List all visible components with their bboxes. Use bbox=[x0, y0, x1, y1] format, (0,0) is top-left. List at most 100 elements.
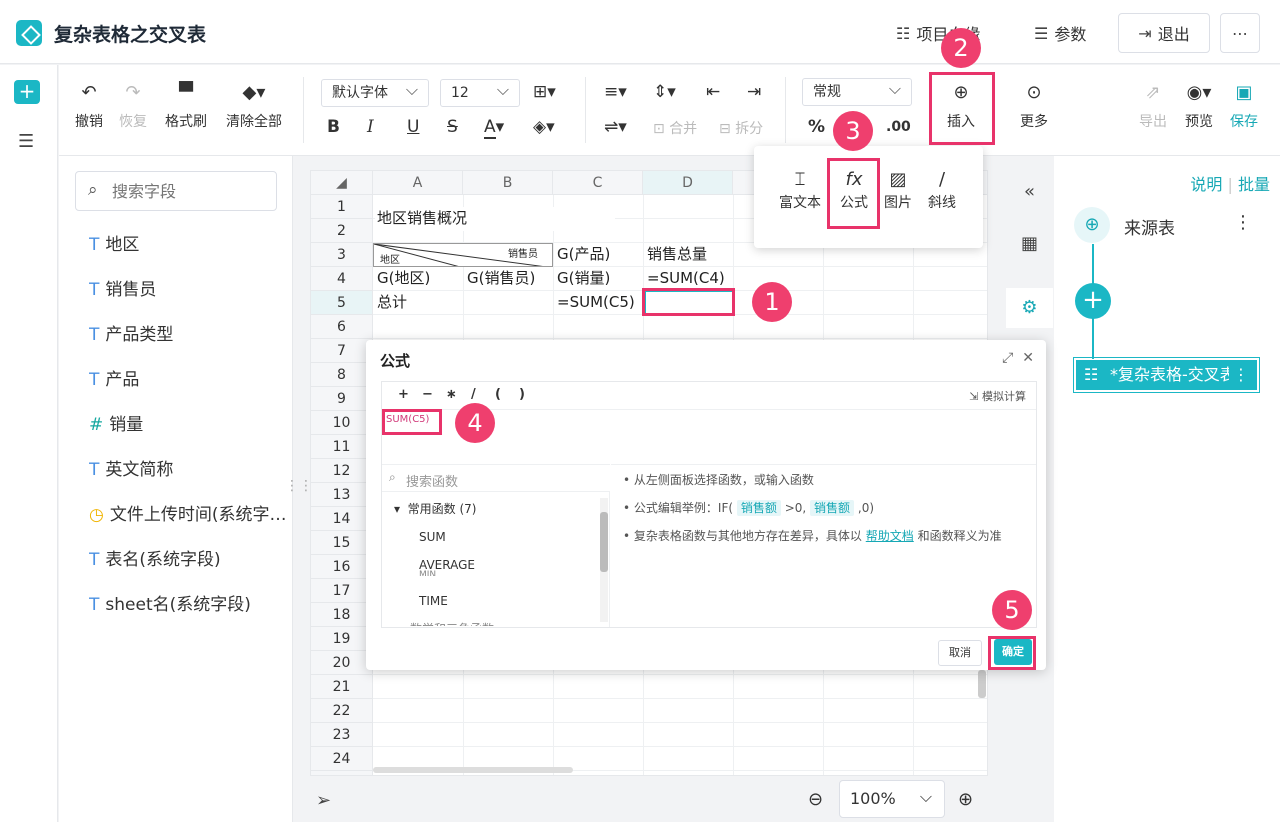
explain-link[interactable]: 说明 bbox=[1190, 175, 1222, 194]
strikethrough-icon[interactable]: S bbox=[447, 117, 458, 137]
row-header[interactable]: 25 bbox=[311, 771, 373, 775]
redo-button[interactable]: ↷ 恢复 bbox=[115, 81, 151, 131]
underline-icon[interactable]: U bbox=[407, 117, 419, 137]
function-search[interactable]: ⌕ 搜索函数 bbox=[382, 464, 610, 492]
op-rparen[interactable]: ) bbox=[519, 387, 525, 402]
function-group[interactable]: ▾ 常用函数 (7) bbox=[394, 500, 476, 517]
insert-image[interactable]: ▨ 图片 bbox=[880, 168, 916, 212]
field-item[interactable]: T 产品 bbox=[89, 365, 289, 390]
split-cells-button[interactable]: ⊟ 拆分 bbox=[719, 118, 763, 138]
cell-d3[interactable]: 销售总量 bbox=[645, 243, 707, 267]
table-node[interactable]: ☷ *复杂表格-交叉表 ⋮ bbox=[1073, 357, 1260, 393]
row-header[interactable]: 7 bbox=[311, 339, 373, 363]
vertical-scrollbar[interactable] bbox=[978, 670, 986, 698]
field-item[interactable]: T 表名(系统字段) bbox=[89, 545, 289, 570]
zoom-select[interactable]: 100% ⌵ bbox=[839, 780, 945, 818]
fill-color-icon[interactable]: ◈▾ bbox=[533, 117, 555, 137]
preview-button[interactable]: ◉▾ 预览 bbox=[1179, 81, 1219, 131]
font-family-select[interactable]: 默认字体 bbox=[321, 77, 429, 107]
cell-a1[interactable]: 地区销售概况 bbox=[375, 207, 615, 231]
cell-b4[interactable]: G(销售员) bbox=[465, 267, 535, 291]
data-source-icon[interactable]: ⚙ bbox=[1006, 288, 1053, 328]
function-item[interactable]: MIN bbox=[419, 570, 436, 576]
cell-c4[interactable]: G(销量) bbox=[555, 267, 610, 291]
add-node-button[interactable]: + bbox=[1075, 283, 1111, 319]
column-header[interactable]: C bbox=[553, 171, 643, 195]
font-size-select[interactable]: 12 bbox=[440, 77, 520, 107]
row-header[interactable]: 24 bbox=[311, 747, 373, 771]
field-item[interactable]: T 产品类型 bbox=[89, 320, 289, 345]
function-item[interactable]: TIME bbox=[419, 594, 448, 608]
number-format-select[interactable]: 常规 bbox=[802, 76, 912, 106]
send-icon[interactable]: ➢ bbox=[316, 790, 331, 811]
bold-icon[interactable]: B bbox=[327, 117, 340, 137]
percent-button[interactable]: % bbox=[808, 117, 825, 137]
simulate-button[interactable]: ⇲ 模拟计算 bbox=[969, 388, 1026, 404]
cell-a4[interactable]: G(地区) bbox=[375, 267, 430, 291]
cell-a5[interactable]: 总计 bbox=[375, 291, 407, 315]
field-item[interactable]: # 销量 bbox=[89, 410, 289, 435]
function-item[interactable]: SUM bbox=[419, 530, 446, 544]
save-button[interactable]: ▣ 保存 bbox=[1225, 81, 1263, 131]
border-icon[interactable]: ⊞▾ bbox=[533, 82, 556, 102]
insert-rich-text[interactable]: ⌶ 富文本 bbox=[776, 168, 824, 212]
row-header[interactable]: 6 bbox=[311, 315, 373, 339]
op-multiply[interactable]: ∗ bbox=[446, 387, 457, 402]
cell-c5[interactable]: =SUM(C5) bbox=[555, 291, 635, 315]
indent-decrease-icon[interactable]: ⇤ bbox=[706, 82, 720, 102]
batch-link[interactable]: 批量 bbox=[1238, 175, 1270, 194]
layout-icon[interactable]: ▦ bbox=[1006, 224, 1053, 264]
indent-increase-icon[interactable]: ⇥ bbox=[747, 82, 761, 102]
outline-icon[interactable]: ☰ bbox=[18, 131, 34, 152]
row-header[interactable]: 23 bbox=[311, 723, 373, 747]
field-item[interactable]: T 销售员 bbox=[89, 275, 289, 300]
field-item[interactable]: T 英文简称 bbox=[89, 455, 289, 480]
row-header[interactable]: 15 bbox=[311, 531, 373, 555]
cancel-button[interactable]: 取消 bbox=[938, 640, 982, 666]
function-group-next[interactable]: 数学和三角函数 bbox=[410, 620, 494, 626]
horizontal-scrollbar[interactable] bbox=[373, 767, 573, 773]
row-header[interactable]: 17 bbox=[311, 579, 373, 603]
wrap-text-icon[interactable]: ⇌▾ bbox=[604, 117, 627, 137]
op-plus[interactable]: + bbox=[398, 387, 409, 402]
column-header[interactable]: A bbox=[373, 171, 463, 195]
undo-button[interactable]: ↶ 撤销 bbox=[71, 81, 107, 131]
italic-icon[interactable]: I bbox=[367, 117, 374, 137]
row-header[interactable]: 5 bbox=[311, 291, 373, 315]
font-color-icon[interactable]: A▾ bbox=[484, 117, 504, 139]
source-table-node[interactable]: 来源表 bbox=[1124, 214, 1175, 239]
corner-cell[interactable]: ◢ bbox=[311, 171, 373, 195]
header-more-button[interactable]: ⋯ bbox=[1220, 13, 1260, 53]
insert-diagonal[interactable]: / 斜线 bbox=[924, 168, 960, 212]
align-horizontal-icon[interactable]: ≡▾ bbox=[604, 82, 627, 102]
op-divide[interactable]: / bbox=[471, 387, 476, 402]
align-vertical-icon[interactable]: ⇕▾ bbox=[653, 82, 676, 102]
format-brush-button[interactable]: ▀ 格式刷 bbox=[159, 81, 213, 131]
op-lparen[interactable]: ( bbox=[495, 387, 501, 402]
resize-handle-icon[interactable]: ⋮⋮ bbox=[285, 478, 313, 494]
column-header[interactable]: B bbox=[463, 171, 553, 195]
diagonal-header-cell[interactable]: 地区 销售员 bbox=[373, 243, 553, 267]
row-header[interactable]: 8 bbox=[311, 363, 373, 387]
more-button[interactable]: ⊙ 更多 bbox=[1010, 81, 1058, 131]
row-header[interactable]: 3 bbox=[311, 243, 373, 267]
maximize-icon[interactable]: ⤢ bbox=[1002, 350, 1013, 366]
row-header[interactable]: 18 bbox=[311, 603, 373, 627]
kebab-menu-icon[interactable]: ⋮ bbox=[1229, 360, 1249, 390]
field-search[interactable]: ⌕ bbox=[75, 171, 277, 211]
row-header[interactable]: 16 bbox=[311, 555, 373, 579]
function-list-scrollbar[interactable] bbox=[600, 498, 608, 622]
row-header[interactable]: 19 bbox=[311, 627, 373, 651]
row-header[interactable]: 9 bbox=[311, 387, 373, 411]
field-search-input[interactable] bbox=[112, 180, 272, 202]
close-icon[interactable]: ✕ bbox=[1022, 350, 1034, 366]
row-header[interactable]: 14 bbox=[311, 507, 373, 531]
row-header[interactable]: 10 bbox=[311, 411, 373, 435]
row-header[interactable]: 12 bbox=[311, 459, 373, 483]
op-minus[interactable]: − bbox=[422, 387, 433, 402]
row-header[interactable]: 20 bbox=[311, 651, 373, 675]
row-header[interactable]: 1 bbox=[311, 195, 373, 219]
row-header[interactable]: 21 bbox=[311, 675, 373, 699]
kebab-menu-icon[interactable]: ⋮ bbox=[1234, 212, 1252, 233]
field-item[interactable]: Tsheet名(系统字段) bbox=[89, 590, 289, 615]
